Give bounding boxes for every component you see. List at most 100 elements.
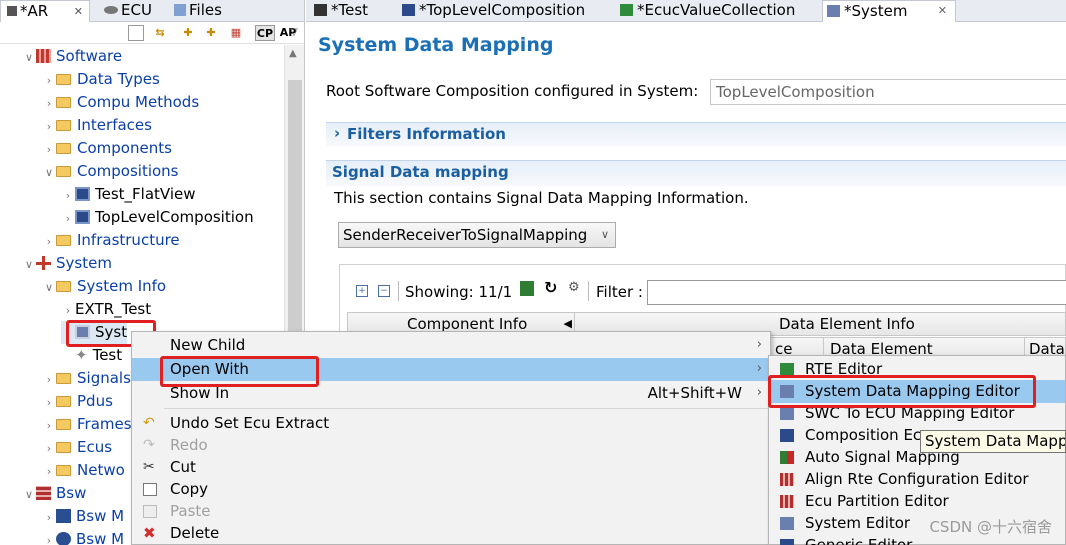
tree-item-data-types[interactable]: › Data Types (42, 68, 160, 91)
filters-section[interactable]: › Filters Information (326, 122, 1066, 146)
tree-item-test[interactable]: ✦ Test (61, 344, 122, 367)
mapping-type-select[interactable]: SenderReceiverToSignalMapping ∨ (338, 222, 616, 248)
tree-item-toplevelcomposition[interactable]: › TopLevelComposition (61, 206, 254, 229)
settings-icon[interactable]: ⚙ (568, 280, 580, 295)
tab-ecu[interactable]: ECU (98, 0, 160, 22)
chevron-right-icon[interactable]: › (42, 437, 56, 460)
filter-input[interactable] (647, 280, 1066, 305)
expand-arrow-icon[interactable]: › (334, 124, 340, 142)
collapse-column-icon[interactable]: ◀ (564, 317, 572, 330)
generic-editor-icon (780, 539, 794, 545)
align-rte-icon (780, 473, 794, 486)
tab-test[interactable]: *Test (310, 0, 374, 22)
copy-icon (143, 483, 157, 496)
tab-ecu-label: ECU (121, 1, 152, 19)
tree-label: Software (56, 47, 123, 65)
chevron-right-icon[interactable]: › (42, 506, 56, 529)
collapse-all-icon[interactable] (128, 25, 144, 41)
submenu-arrow-icon: › (756, 337, 762, 352)
tree-item-networks[interactable]: › Netwo (42, 459, 125, 482)
close-icon[interactable]: ✕ (74, 1, 83, 22)
callout-open-with (160, 356, 319, 387)
chevron-right-icon[interactable]: › (42, 414, 56, 437)
composition-icon (402, 4, 415, 16)
chevron-down-icon[interactable]: ∨ (22, 253, 36, 276)
chevron-down-icon[interactable]: ∨ (22, 46, 36, 69)
tree-item-bsw[interactable]: ∨ Bsw (22, 482, 86, 505)
chevron-right-icon[interactable]: › (42, 92, 56, 115)
chevron-right-icon[interactable]: › (61, 184, 75, 207)
grid-icon[interactable]: ▦ (228, 25, 244, 41)
tree-item-extr-test[interactable]: › EXTR_Test (61, 298, 151, 321)
menu-item-new-child[interactable]: New Child › (132, 334, 770, 357)
tree-label: Infrastructure (77, 231, 180, 249)
tree-item-bsw-module-2[interactable]: › Bsw M (42, 528, 124, 545)
submenu-item-align-rte-configuration-editor[interactable]: Align Rte Configuration Editor (769, 468, 1065, 491)
chevron-right-icon[interactable]: › (42, 138, 56, 161)
tab-system[interactable]: *System ✕ (822, 0, 956, 22)
chevron-down-icon: ∨ (600, 228, 609, 241)
submenu-item-ecu-partition-editor[interactable]: Ecu Partition Editor (769, 490, 1065, 513)
root-composition-field[interactable]: TopLevelComposition (710, 79, 1066, 105)
collapse-all-icon[interactable]: − (378, 285, 390, 297)
tree-item-pdus[interactable]: › Pdus (42, 390, 113, 413)
tree-item-compu-methods[interactable]: › Compu Methods (42, 91, 199, 114)
tree-item-components[interactable]: › Components (42, 137, 172, 160)
composition-icon (75, 210, 90, 224)
chevron-right-icon[interactable]: › (42, 230, 56, 253)
chevron-right-icon[interactable]: › (42, 69, 56, 92)
tree-item-ecus[interactable]: › Ecus (42, 436, 112, 459)
chevron-right-icon[interactable]: › (42, 529, 56, 545)
view-menu-icon[interactable]: ▽ (286, 25, 302, 41)
expand-all-icon[interactable]: + (356, 285, 368, 297)
tree-label: Data Types (77, 70, 160, 88)
filter2-icon[interactable]: ✚ (203, 25, 219, 41)
menu-item-delete[interactable]: ✖ Delete (132, 522, 770, 545)
chevron-right-icon[interactable]: › (61, 207, 75, 230)
editor-tabbar: *Test *TopLevelComposition *EcucValueCol… (306, 0, 1066, 22)
column-label: Data Element Info (779, 315, 915, 333)
menu-item-cut[interactable]: ✂ Cut (132, 456, 770, 479)
cp-toggle[interactable]: CP (255, 25, 275, 41)
tab-ecucvaluecollection[interactable]: *EcucValueCollection (616, 0, 801, 22)
refresh-icon[interactable]: ↻ (544, 278, 557, 297)
chevron-right-icon[interactable]: › (42, 115, 56, 138)
chevron-down-icon[interactable]: ∨ (42, 161, 56, 184)
folder-icon (56, 373, 71, 384)
tree-item-system-info[interactable]: ∨ System Info (42, 275, 166, 298)
folder-icon (56, 419, 71, 430)
scroll-up-icon[interactable]: ▲ (289, 48, 297, 59)
scrollbar-thumb[interactable] (288, 80, 302, 335)
tree-item-bsw-module[interactable]: › Bsw M (42, 505, 124, 528)
menu-label: Copy (170, 480, 209, 498)
tree-label: Test (92, 346, 123, 364)
excel-export-icon[interactable] (520, 281, 534, 296)
ecu-partition-icon (780, 495, 794, 508)
tree-item-compositions[interactable]: ∨ Compositions (42, 160, 179, 183)
tree-item-system[interactable]: ∨ System (22, 252, 112, 275)
tree-item-software[interactable]: ∨ Software (22, 45, 122, 68)
chevron-right-icon[interactable]: › (42, 391, 56, 414)
tree-item-test-flatview[interactable]: › Test_FlatView (61, 183, 196, 206)
tree-item-infrastructure[interactable]: › Infrastructure (42, 229, 180, 252)
tab-ar[interactable]: *AR ✕ (0, 0, 90, 22)
close-icon[interactable]: ✕ (938, 1, 947, 21)
menu-item-undo[interactable]: ↶ Undo Set Ecu Extract (132, 412, 770, 435)
tree-item-interfaces[interactable]: › Interfaces (42, 114, 152, 137)
chevron-down-icon[interactable]: ∨ (22, 483, 36, 506)
tree-label: System (56, 254, 112, 272)
filter-icon[interactable]: ✚ (180, 25, 196, 41)
chevron-right-icon[interactable]: › (61, 299, 75, 322)
link-editor-icon[interactable]: ⇆ (152, 25, 168, 41)
menu-item-copy[interactable]: Copy (132, 478, 770, 501)
chevron-down-icon[interactable]: ∨ (42, 276, 56, 299)
tree-item-signals[interactable]: › Signals (42, 367, 131, 390)
bsw-icon (36, 486, 51, 500)
composition-icon (75, 187, 90, 201)
tab-files[interactable]: Files (168, 0, 238, 22)
chevron-right-icon[interactable]: › (42, 368, 56, 391)
tab-toplevelcomposition[interactable]: *TopLevelComposition (398, 0, 591, 22)
chevron-right-icon[interactable]: › (42, 460, 56, 483)
tree-item-frames[interactable]: › Frames (42, 413, 132, 436)
menu-label: Align Rte Configuration Editor (805, 470, 1029, 488)
